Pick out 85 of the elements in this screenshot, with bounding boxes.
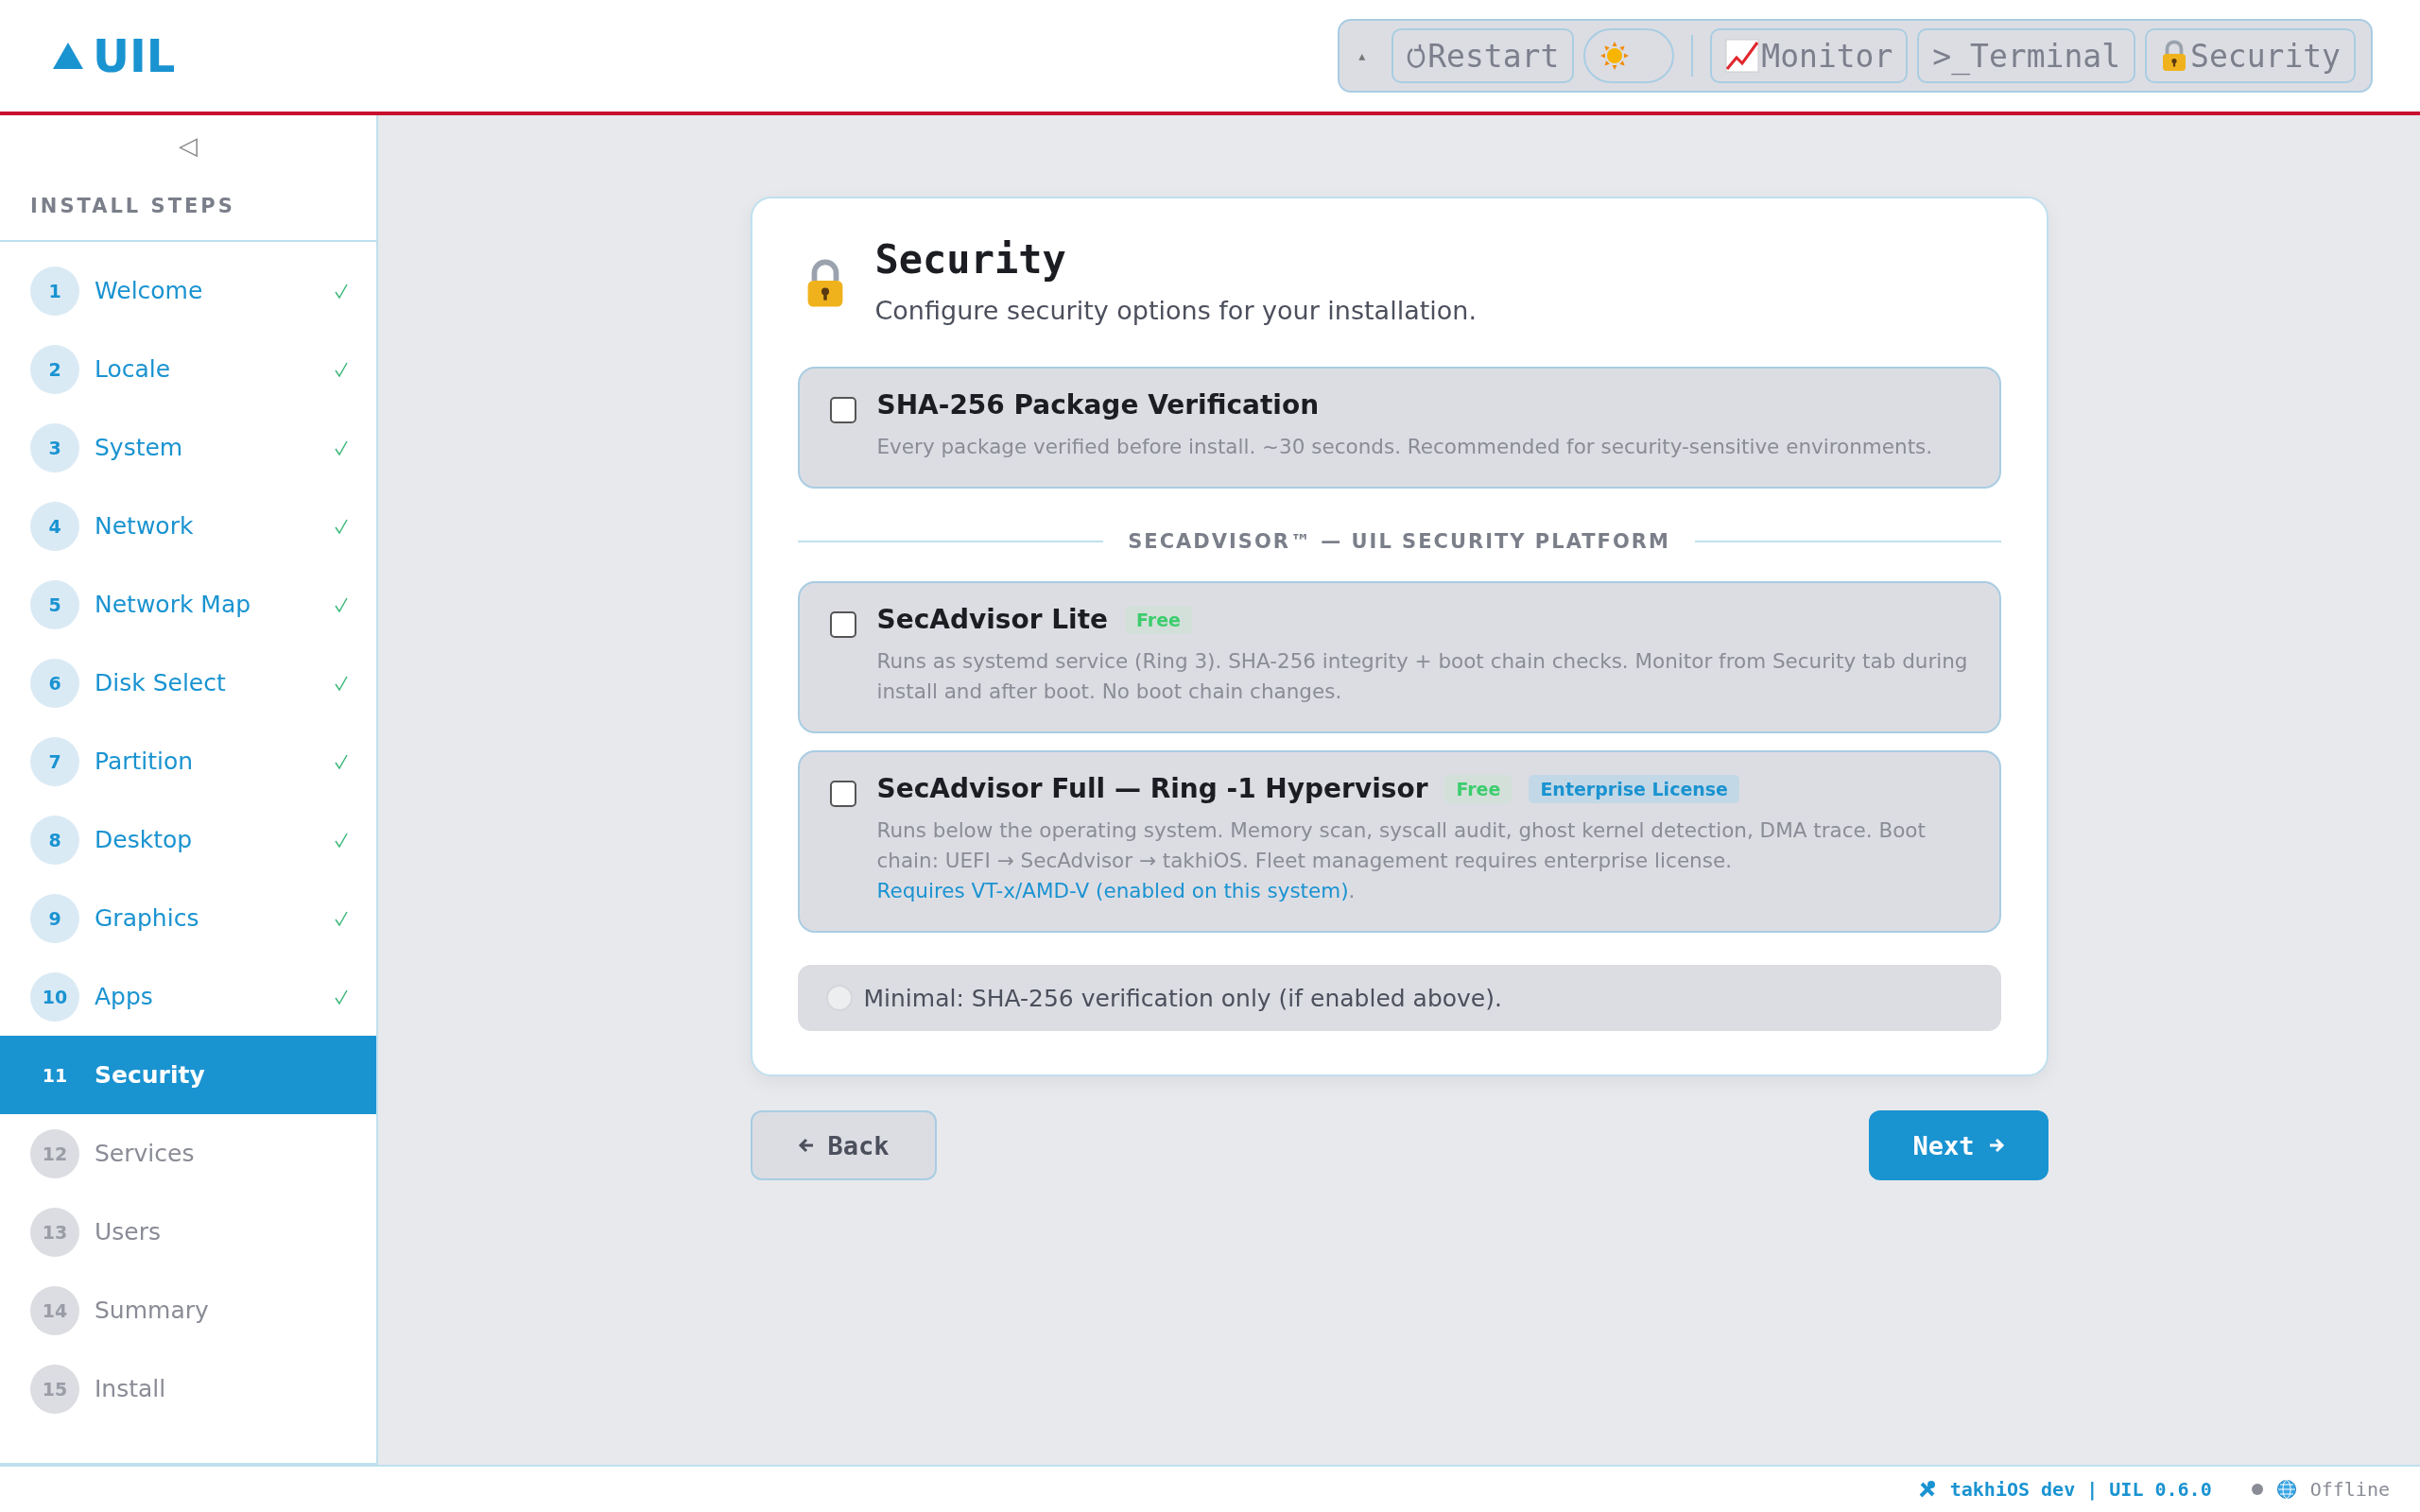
checkbox[interactable] <box>829 611 856 638</box>
theme-toggle[interactable] <box>1583 28 1675 83</box>
step-label: System <box>95 434 184 461</box>
step-label: Summary <box>95 1297 210 1324</box>
triangle-logo-icon <box>53 43 83 69</box>
sidebar-step[interactable]: 4 Network <box>0 487 376 565</box>
step-label: Users <box>95 1218 162 1246</box>
step-label: Services <box>95 1140 196 1167</box>
sidebar-step[interactable]: 10 Apps <box>0 957 376 1036</box>
next-button[interactable]: Next <box>1869 1110 2048 1180</box>
step-number: 10 <box>30 971 79 1022</box>
arrow-left-icon <box>797 1137 815 1154</box>
sidebar-step[interactable]: 15 Install <box>0 1349 376 1428</box>
license-badge: Enterprise License <box>1529 774 1739 803</box>
step-label: Install <box>95 1375 167 1402</box>
step-number: 13 <box>30 1207 79 1257</box>
card-subtitle: Configure security options for your installation. <box>874 296 1478 325</box>
step-label: Security <box>95 1061 206 1089</box>
option-description: Runs as systemd service (Ring 3). SHA-256 integrity + boot chain checks. Monitor from Security tab during install and after boot. No boot chain changes. <box>876 648 1969 705</box>
free-badge: Free <box>1125 605 1192 634</box>
restart-icon <box>1407 42 1426 70</box>
step-label: Graphics <box>95 904 200 932</box>
security-button[interactable]: Security <box>2145 28 2356 83</box>
step-number: 12 <box>30 1128 79 1178</box>
build-info: takhiOS dev | UIL 0.6.0 <box>1949 1478 2212 1501</box>
option-title: SecAdvisor Full — Ring -1 Hypervisor <box>876 773 1428 804</box>
sidebar-step[interactable]: 14 Summary <box>0 1271 376 1349</box>
option-description: Runs below the operating system. Memory scan, syscall audit, ghost kernel detection, DMA trace. Boot chain: UEFI → SecAdvisor → takhiOS. Fleet management requires enterprise license. Requires VT-x/AMD-V (enabled on this system). <box>876 817 1927 904</box>
step-label: Network <box>95 512 195 540</box>
sidebar-step[interactable]: 1 Welcome <box>0 251 376 330</box>
option-label: Minimal: SHA-256 verification only (if enabled above). <box>863 984 1502 1012</box>
sidebar-step[interactable]: 9 Graphics <box>0 879 376 957</box>
sidebar-step[interactable]: 13 Users <box>0 1193 376 1271</box>
option-description: Every package verified before install. ~30 seconds. Recommended for security-sensitive environments. <box>876 434 1933 460</box>
step-number: 15 <box>30 1364 79 1414</box>
free-badge: Free <box>1444 774 1512 803</box>
sidebar-step[interactable]: 6 Disk Select <box>0 644 376 722</box>
sidebar-step[interactable]: 11 Security <box>0 1036 376 1114</box>
collapse-toolbar-button[interactable]: ▴ <box>1355 48 1383 63</box>
terminal-button[interactable]: >_Terminal <box>1917 28 2136 83</box>
step-number: 14 <box>30 1285 79 1335</box>
sidebar-step[interactable]: 8 Desktop <box>0 800 376 879</box>
checkbox[interactable] <box>829 397 856 423</box>
sidebar-step[interactable]: 2 Locale <box>0 330 376 408</box>
step-label: Network Map <box>95 591 252 618</box>
sidebar-title: INSTALL STEPS <box>0 161 376 242</box>
restart-button[interactable]: Restart <box>1392 28 1575 83</box>
step-number: 6 <box>30 658 79 708</box>
step-number: 5 <box>30 579 79 629</box>
card-title: Security <box>874 236 1067 283</box>
requirement-link[interactable]: Requires VT-x/AMD-V (enabled on this system) <box>876 879 1349 902</box>
step-number: 2 <box>30 344 79 394</box>
radio-button[interactable] <box>825 985 853 1011</box>
sidebar-step[interactable]: 7 Partition <box>0 722 376 800</box>
step-number: 4 <box>30 501 79 551</box>
step-number: 1 <box>30 266 79 316</box>
section-title: SECADVISOR™ — UIL SECURITY PLATFORM <box>1128 530 1670 553</box>
step-label: Partition <box>95 747 195 775</box>
collapse-sidebar-button[interactable]: ◁ <box>173 130 203 161</box>
monitor-button[interactable]: Monitor <box>1710 28 1909 83</box>
sidebar-step[interactable]: 5 Network Map <box>0 565 376 644</box>
step-number: 11 <box>41 1063 69 1088</box>
globe-icon <box>2275 1479 2297 1500</box>
step-number: 9 <box>30 893 79 943</box>
sentence-end: . <box>1348 879 1356 902</box>
step-number: 8 <box>30 815 79 865</box>
step-label: Locale <box>95 355 172 383</box>
back-button[interactable]: Back <box>750 1110 937 1180</box>
step-number: 3 <box>30 422 79 472</box>
step-label: Welcome <box>95 277 204 304</box>
option-title: SecAdvisor Lite <box>876 604 1109 635</box>
chart-icon <box>1725 39 1760 73</box>
network-status: Offline <box>2309 1478 2390 1501</box>
step-label: Apps <box>95 983 154 1010</box>
step-number: 7 <box>30 736 79 786</box>
minimal-option[interactable]: Minimal: SHA-256 verification only (if enabled above). <box>797 965 2001 1031</box>
checkbox[interactable] <box>829 781 856 807</box>
logo-text: UIL <box>93 29 176 82</box>
option-title: SHA-256 Package Verification <box>876 389 1320 421</box>
arrow-right-icon <box>1987 1137 2005 1154</box>
sidebar-step[interactable]: 12 Services <box>0 1114 376 1193</box>
status-dot-icon <box>2251 1484 2263 1495</box>
step-label: Desktop <box>95 826 194 853</box>
sidebar-step[interactable]: 3 System <box>0 408 376 487</box>
step-label: Disk Select <box>95 669 227 696</box>
